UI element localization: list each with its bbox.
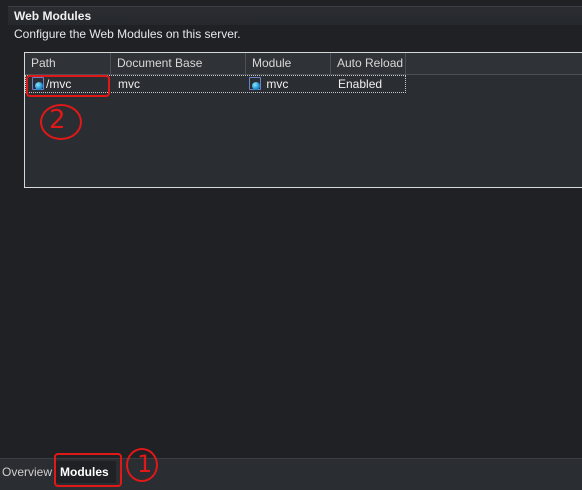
annotation-number-1: 1	[137, 450, 153, 478]
cell-module[interactable]: mvc	[249, 76, 329, 92]
column-header-module[interactable]: Module	[246, 53, 331, 74]
tab-overview[interactable]: Overview	[2, 461, 52, 483]
column-header-document-base[interactable]: Document Base	[111, 53, 246, 74]
cell-document-base[interactable]: mvc	[118, 76, 246, 92]
web-modules-table[interactable]: Path Document Base Module Auto Reload /m…	[24, 52, 582, 188]
web-module-icon	[249, 77, 261, 90]
annotation-box-2	[26, 75, 110, 97]
column-header-path[interactable]: Path	[25, 53, 111, 74]
server-editor-page: Web Modules Configure the Web Modules on…	[0, 0, 582, 490]
cell-module-text: mvc	[266, 77, 289, 91]
annotation-box-1	[54, 453, 122, 487]
column-header-auto-reload[interactable]: Auto Reload	[331, 53, 406, 74]
section-header	[8, 6, 582, 25]
table-header: Path Document Base Module Auto Reload	[25, 53, 582, 75]
annotation-number-2: 2	[49, 105, 66, 135]
cell-auto-reload[interactable]: Enabled	[338, 76, 406, 92]
section-description: Configure the Web Modules on this server…	[14, 27, 241, 41]
section-title: Web Modules	[14, 9, 92, 23]
